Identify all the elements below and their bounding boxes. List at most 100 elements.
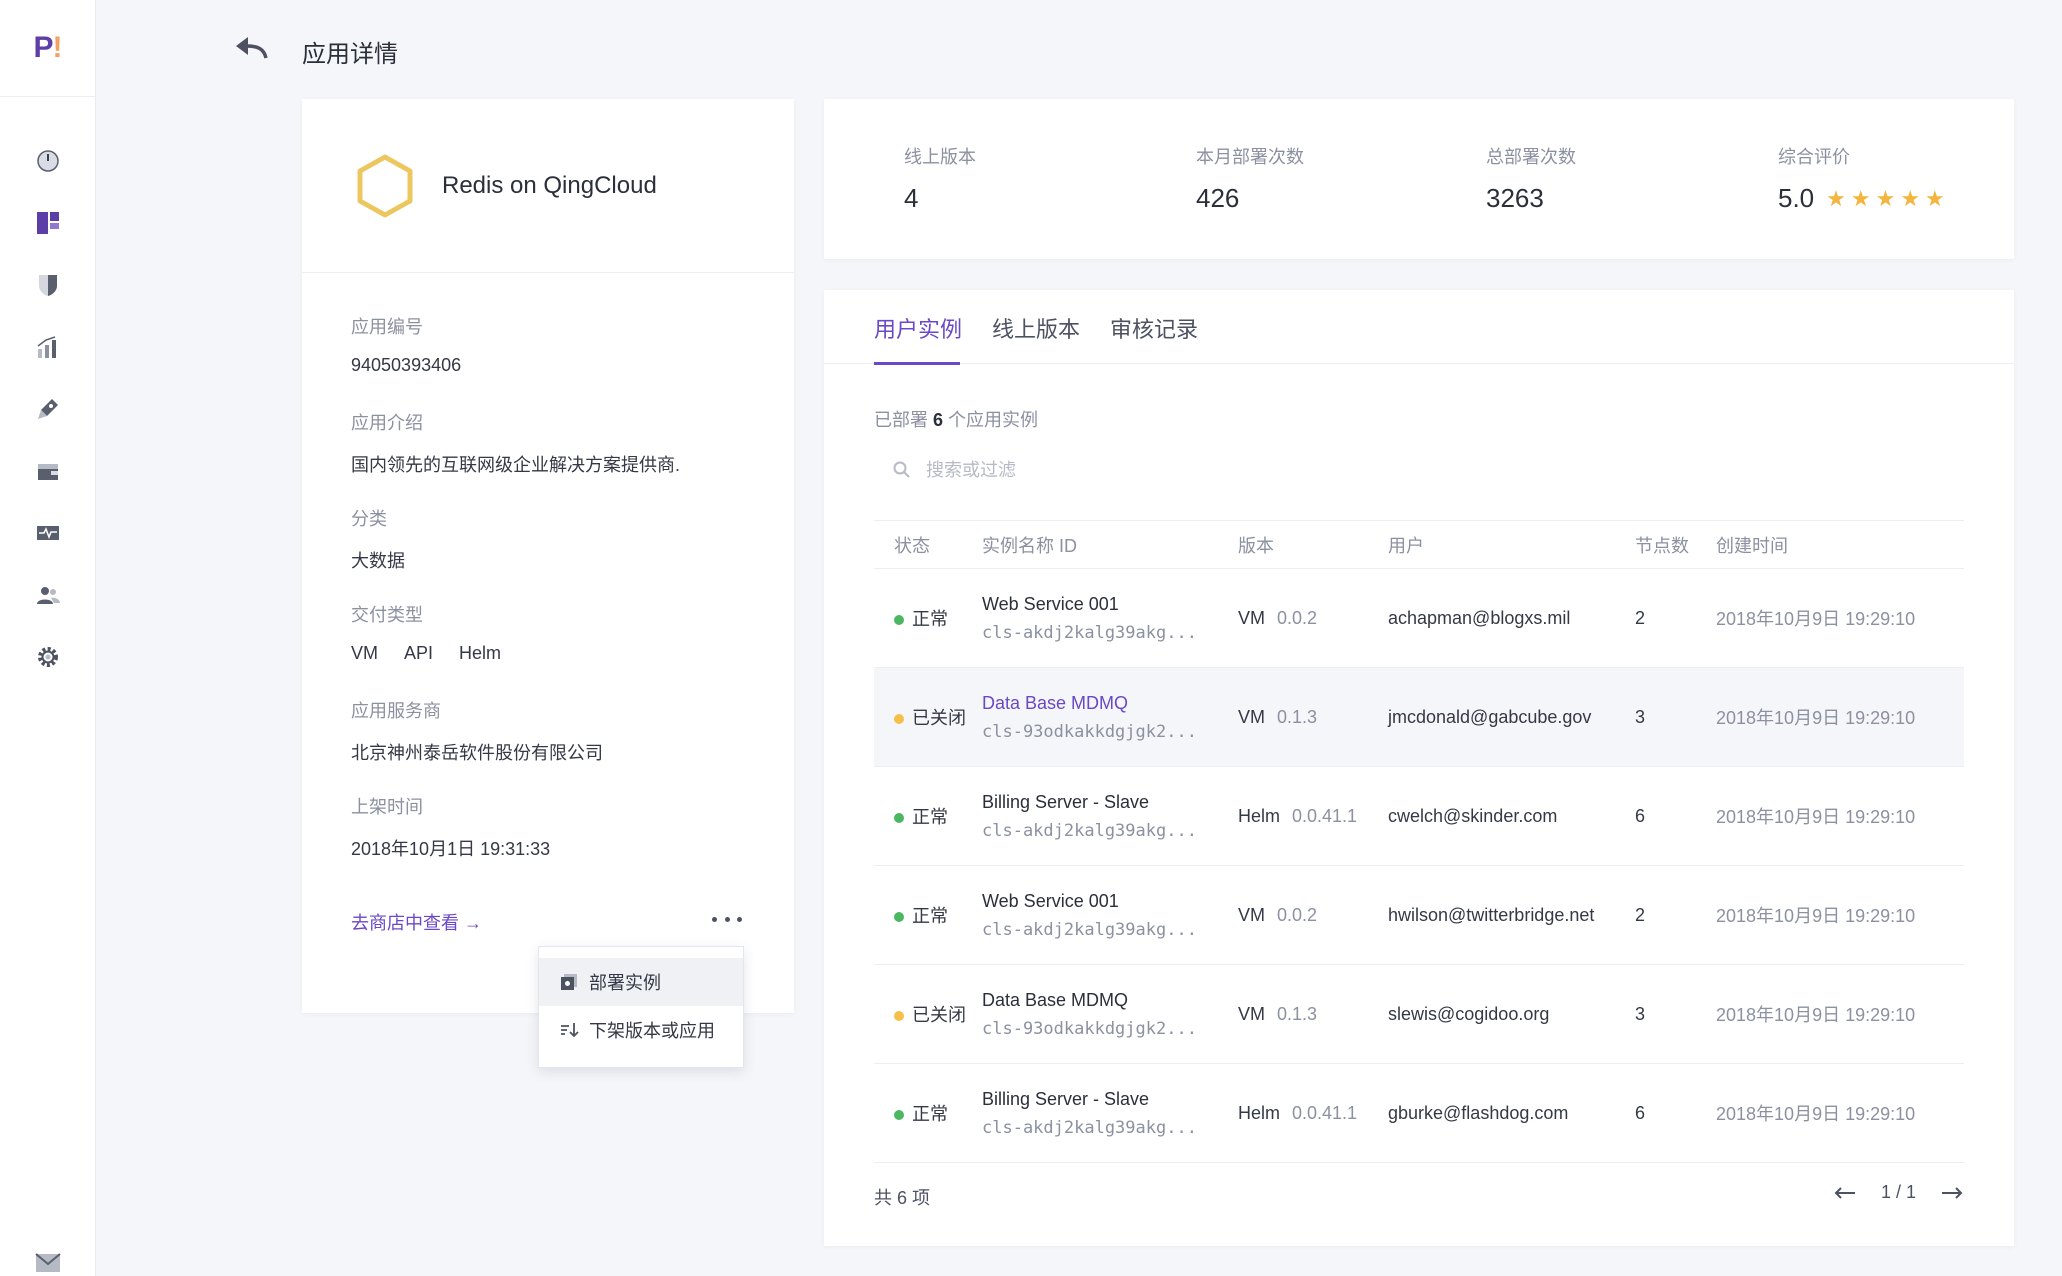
instance-id: cls-akdj2kalg39akg...	[982, 919, 1197, 940]
tab-bar: 用户实例 线上版本 审核记录	[824, 290, 2014, 365]
field-label: 应用介绍	[351, 413, 423, 433]
table-row[interactable]: 正常 Web Service 001 cls-akdj2kalg39akg... …	[874, 568, 1964, 668]
logo-mark: !	[52, 31, 63, 64]
cell-user: achapman@blogxs.mil	[1388, 568, 1635, 668]
tab-audit-records[interactable]: 审核记录	[1110, 312, 1198, 344]
nav-bottom[interactable]	[0, 1252, 96, 1274]
cell-version: Helm 0.0.41.1	[1238, 1063, 1388, 1163]
col-status[interactable]: 状态	[874, 520, 982, 569]
cell-name-id: Billing Server - Slave cls-akdj2kalg39akg…	[982, 766, 1238, 866]
table-row[interactable]: 正常 Billing Server - Slave cls-akdj2kalg39…	[874, 766, 1964, 866]
summary-suffix: 个应用实例	[948, 410, 1039, 430]
status-text: 已关闭	[912, 1005, 966, 1025]
wallet-icon	[38, 464, 58, 480]
col-created-time[interactable]: 创建时间	[1716, 520, 1964, 569]
total-count: 共 6 项	[874, 1188, 931, 1208]
cell-user: hwilson@twitterbridge.net	[1388, 865, 1635, 965]
tab-user-instances[interactable]: 用户实例	[874, 312, 962, 344]
stat-label: 本月部署次数	[1196, 147, 1304, 167]
field-value: 大数据	[351, 551, 405, 571]
more-actions-button[interactable]	[712, 907, 742, 931]
delivery-tag: VM	[351, 643, 378, 663]
instance-id: cls-akdj2kalg39akg...	[982, 820, 1197, 841]
cell-status: 已关闭	[874, 964, 982, 1064]
col-name-id[interactable]: 实例名称 ID	[982, 520, 1238, 569]
table-row[interactable]: 正常 Billing Server - Slave cls-akdj2kalg39…	[874, 1063, 1964, 1163]
table-header-row: 状态 实例名称 ID 版本 用户 节点数 创建时间	[874, 520, 1964, 569]
status-dot-icon	[894, 1110, 904, 1121]
field-value: 北京神州泰岳软件股份有限公司	[351, 743, 603, 763]
cell-user: slewis@cogidoo.org	[1388, 964, 1635, 1064]
dashboard-icon	[37, 150, 59, 172]
app-header: Redis on QingCloud	[302, 99, 794, 273]
nav-settings[interactable]	[0, 626, 96, 688]
cell-name-id: Web Service 001 cls-akdj2kalg39akg...	[982, 568, 1238, 668]
rating-stars-icon: ★★★★★	[1826, 185, 1950, 211]
status-text: 正常	[912, 906, 948, 926]
next-page-icon[interactable]	[1940, 1183, 1964, 1203]
apps-icon	[37, 212, 59, 234]
search-input[interactable]	[926, 459, 1426, 481]
nav-statistics[interactable]	[0, 316, 96, 378]
prev-page-icon[interactable]	[1833, 1183, 1857, 1203]
nav-security[interactable]	[0, 254, 96, 316]
version-type: VM	[1238, 706, 1265, 727]
col-version[interactable]: 版本	[1238, 520, 1388, 569]
table-row[interactable]: 正常 Web Service 001 cls-akdj2kalg39akg... …	[874, 865, 1964, 965]
cell-created-time: 2018年10月9日 19:29:10	[1716, 1063, 1964, 1163]
cell-name-id: Data Base MDMQ cls-93odkakkdgjgk2...	[982, 964, 1238, 1064]
instance-name[interactable]: Web Service 001	[982, 594, 1238, 615]
instance-id: cls-93odkakkdgjgk2...	[982, 721, 1197, 742]
logo[interactable]: P!	[0, 0, 95, 97]
table-row[interactable]: 已关闭 Data Base MDMQ cls-93odkakkdgjgk2... …	[874, 667, 1964, 767]
menu-item-label: 部署实例	[589, 973, 661, 993]
users-icon	[37, 587, 60, 604]
col-user[interactable]: 用户	[1388, 520, 1635, 569]
cell-user: gburke@flashdog.com	[1388, 1063, 1635, 1163]
nav-dashboard[interactable]	[0, 130, 96, 192]
menu-item-deploy[interactable]: 部署实例	[539, 958, 743, 1006]
menu-item-unpublish[interactable]: 下架版本或应用	[539, 1006, 743, 1054]
nav-apps[interactable]	[0, 192, 96, 254]
summary-count: 6	[933, 410, 944, 430]
nav-billing[interactable]	[0, 440, 96, 502]
page-indicator: 1 / 1	[1880, 1182, 1916, 1202]
cell-user: jmcdonald@gabcube.gov	[1388, 667, 1635, 767]
version-type: VM	[1238, 607, 1265, 628]
instance-name[interactable]: Web Service 001	[982, 891, 1238, 912]
instance-name[interactable]: Billing Server - Slave	[982, 792, 1238, 813]
tab-active-indicator	[874, 362, 960, 365]
view-in-store-link[interactable]: 去商店中查看 →	[351, 909, 482, 935]
delivery-tag: API	[404, 643, 434, 663]
instance-name[interactable]: Data Base MDMQ	[982, 693, 1238, 714]
nav-users[interactable]	[0, 564, 96, 626]
instance-name[interactable]: Data Base MDMQ	[982, 990, 1238, 1011]
stat-monthly-deploys: 本月部署次数 426	[1196, 143, 1304, 214]
version-number: 0.0.2	[1277, 904, 1318, 925]
stats-card: 线上版本 4 本月部署次数 426 总部署次数 3263 综合评价 5.0 ★★…	[824, 99, 2014, 259]
field-release-time: 上架时间 2018年10月1日 19:31:33	[351, 793, 794, 861]
table-row[interactable]: 已关闭 Data Base MDMQ cls-93odkakkdgjgk2... …	[874, 964, 1964, 1064]
pagination: 1 / 1	[1833, 1182, 1964, 1203]
field-label: 应用编号	[351, 317, 423, 337]
status-dot-icon	[894, 813, 904, 824]
back-button[interactable]	[234, 34, 270, 64]
deploy-icon	[561, 974, 577, 990]
nav-deploy[interactable]	[0, 378, 96, 440]
tab-online-versions[interactable]: 线上版本	[992, 312, 1080, 344]
col-nodes[interactable]: 节点数	[1635, 520, 1716, 569]
version-type: Helm	[1238, 805, 1281, 826]
version-number: 0.0.41.1	[1292, 1102, 1358, 1123]
cell-version: VM 0.0.2	[1238, 865, 1388, 965]
app-info-card: Redis on QingCloud 应用编号 94050393406 应用介绍…	[302, 99, 794, 1013]
nav-monitor[interactable]	[0, 502, 96, 564]
cell-name-id: Data Base MDMQ cls-93odkakkdgjgk2...	[982, 667, 1238, 767]
cell-nodes: 6	[1635, 766, 1716, 866]
instance-name[interactable]: Billing Server - Slave	[982, 1089, 1238, 1110]
version-type: Helm	[1238, 1102, 1281, 1123]
app-details: 应用编号 94050393406 应用介绍 国内领先的互联网级企业解决方案提供商…	[302, 273, 794, 861]
status-dot-icon	[894, 1011, 904, 1022]
field-category: 分类 大数据	[351, 505, 794, 573]
cell-created-time: 2018年10月9日 19:29:10	[1716, 667, 1964, 767]
cell-status: 正常	[874, 865, 982, 965]
